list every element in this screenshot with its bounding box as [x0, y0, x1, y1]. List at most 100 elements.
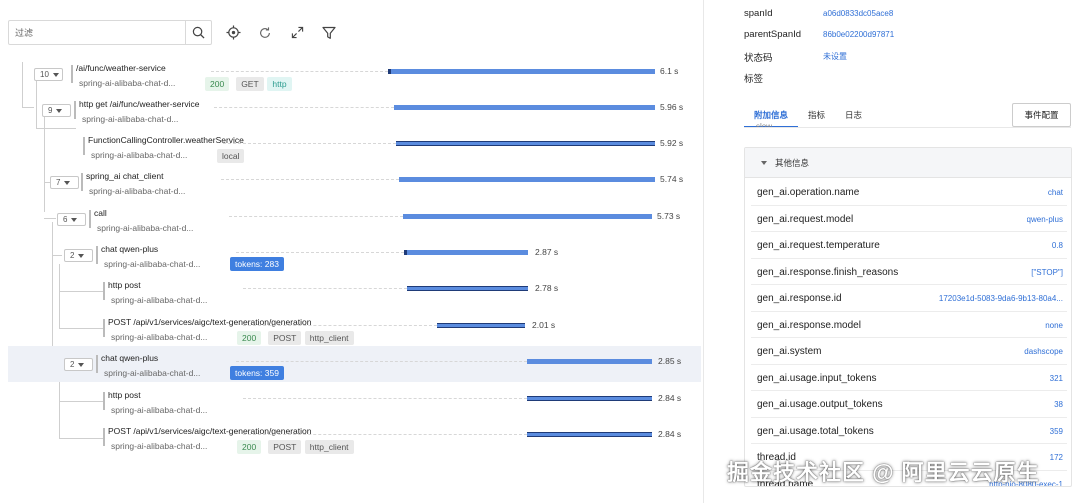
span-tag: http_client [304, 440, 354, 454]
refresh-button[interactable] [254, 22, 276, 44]
span-duration: 5.74 s [660, 174, 684, 184]
span-duration: 5.96 s [660, 102, 684, 112]
attribute-value[interactable]: qwen-plus [1027, 215, 1063, 224]
timeline-guide [214, 107, 394, 108]
attribute-value[interactable]: 321 [1050, 374, 1063, 383]
attribute-row: gen_ai.response.id 17203e1d-5083-9da6-9b1… [751, 285, 1067, 312]
span-indent-marker [96, 355, 98, 373]
duration-bar[interactable] [403, 214, 652, 219]
chevron-down-icon [71, 217, 78, 222]
attribute-row: gen_ai.usage.total_tokens 359 [751, 418, 1067, 444]
span-row-post-generation-1[interactable]: POST /api/v1/services/aigc/text-generati… [0, 310, 703, 346]
collapse-toggle[interactable]: 2 [64, 249, 93, 262]
child-count: 6 [63, 215, 68, 224]
search-button[interactable] [185, 21, 211, 44]
span-row-http-get[interactable]: 9 http get /ai/func/weather-service spring… [0, 92, 703, 128]
collapse-toggle[interactable]: 10 [34, 68, 63, 81]
duration-bar[interactable] [437, 323, 525, 328]
locate-button[interactable] [222, 22, 244, 44]
filter-input[interactable] [9, 21, 187, 44]
span-row-weather-service[interactable]: 10/ai/func/weather-service spring-ai-alib… [0, 56, 703, 92]
event-config-button[interactable]: 事件配置 [1012, 103, 1071, 127]
trace-toolbar [8, 20, 340, 45]
span-row-function-calling[interactable]: FunctionCallingController.weatherService… [0, 128, 703, 164]
span-duration: 5.92 s [660, 138, 684, 148]
attribute-key: gen_ai.request.temperature [757, 240, 880, 251]
other-info-title: 其他信息 [775, 157, 810, 168]
tab-divider [744, 127, 1071, 128]
duration-bar[interactable] [527, 359, 652, 364]
timeline-guide [243, 398, 527, 399]
collapse-toggle[interactable]: 9 [42, 104, 71, 117]
duration-bar[interactable] [527, 396, 652, 401]
span-duration: 2.84 s [658, 393, 682, 403]
span-tree: 10/ai/func/weather-service spring-ai-alib… [0, 52, 703, 503]
duration-bar[interactable] [404, 250, 528, 255]
other-info-header[interactable]: 其他信息 [745, 148, 1071, 178]
span-duration: 6.1 s [660, 66, 679, 76]
duration-bar[interactable] [399, 177, 655, 182]
span-row-post-generation-2[interactable]: POST /api/v1/services/aigc/text-generati… [0, 419, 703, 455]
span-indent-marker [89, 210, 91, 228]
attribute-value[interactable]: ["STOP"] [1031, 268, 1063, 277]
status-label: 状态码 [744, 53, 773, 64]
span-row-chat-qwen-plus-2[interactable]: 2 chat qwen-plus spring-ai-alibaba-chat-d.… [8, 346, 701, 382]
span-tag: 200 [237, 440, 262, 454]
span-duration: 2.85 s [658, 356, 682, 366]
attribute-key: gen_ai.system [757, 346, 822, 357]
service-name: spring-ai-alibaba-chat-d... [97, 223, 194, 233]
span-row-chat-client[interactable]: 7 spring_ai chat_client spring-ai-alibaba-… [0, 164, 703, 200]
child-count: 7 [56, 178, 61, 187]
timeline-guide [229, 216, 403, 217]
span-name: http post [108, 390, 141, 400]
attribute-value[interactable]: chat [1048, 188, 1063, 197]
duration-bar[interactable] [527, 432, 652, 437]
attribute-row: gen_ai.operation.name chat [751, 179, 1067, 206]
attribute-value[interactable]: 38 [1054, 400, 1063, 409]
duration-bar[interactable] [388, 69, 655, 74]
span-row-http-post-2[interactable]: http post spring-ai-alibaba-chat-d... 2.84… [0, 383, 703, 419]
span-tag: 200 [205, 77, 230, 91]
filter-icon [322, 26, 336, 39]
span-tag: http [267, 77, 292, 91]
parent-spanid-value[interactable]: 86b0e02200d97871 [823, 30, 894, 39]
bar-marker [404, 250, 407, 255]
duration-bar[interactable] [396, 141, 655, 146]
bar-marker [388, 69, 391, 74]
span-indent-marker [83, 137, 85, 155]
duration-bar[interactable] [394, 105, 655, 110]
attribute-value[interactable]: none [1045, 321, 1063, 330]
collapse-toggle[interactable]: 6 [57, 213, 86, 226]
timeline-guide [236, 361, 527, 362]
span-row-call[interactable]: 6 call spring-ai-alibaba-chat-d... 5.73 s [0, 201, 703, 237]
span-name: chat qwen-plus [101, 353, 159, 363]
span-indent-marker [103, 428, 105, 446]
tab-metrics[interactable]: 指标 [798, 104, 835, 128]
span-row-chat-qwen-plus-1[interactable]: 2 chat qwen-plus spring-ai-alibaba-chat-d.… [0, 237, 703, 273]
attribute-value[interactable]: 0.8 [1052, 241, 1063, 250]
span-duration: 2.84 s [658, 429, 682, 439]
watermark: 掘金技术社区 @ 阿里云云原生 [727, 460, 1040, 485]
span-indent-marker [74, 101, 76, 119]
child-count: 9 [48, 106, 53, 115]
filter-button[interactable] [318, 22, 340, 44]
collapse-toggle[interactable]: 2 [64, 358, 93, 371]
timeline-guide [211, 71, 388, 72]
tags-label: 标签 [744, 74, 764, 85]
attribute-value[interactable]: 172 [1050, 453, 1063, 462]
attribute-value[interactable]: dashscope [1024, 347, 1063, 356]
attribute-value[interactable]: 17203e1d-5083-9da6-9b13-80a4... [939, 294, 1063, 303]
attribute-row: gen_ai.system dashscope [751, 338, 1067, 365]
span-row-http-post-1[interactable]: http post spring-ai-alibaba-chat-d... 2.78… [0, 273, 703, 309]
spanid-value[interactable]: a06d0833dc05ace8 [823, 9, 893, 18]
timeline-guide [223, 143, 396, 144]
span-name: call [94, 208, 107, 218]
locate-icon [225, 25, 241, 40]
attribute-value[interactable]: 359 [1050, 427, 1063, 436]
tab-logs[interactable]: 日志 [835, 104, 872, 128]
collapse-toggle[interactable]: 7 [50, 176, 79, 189]
span-indent-marker [81, 173, 83, 191]
duration-bar[interactable] [407, 286, 528, 291]
attribute-key: gen_ai.operation.name [757, 187, 860, 198]
expand-button[interactable] [286, 22, 308, 44]
